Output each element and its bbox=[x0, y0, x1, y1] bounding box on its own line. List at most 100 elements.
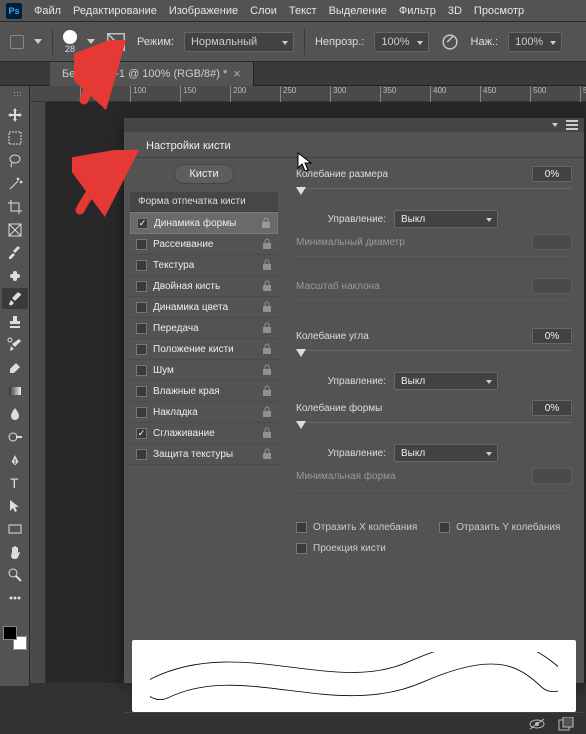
lock-icon[interactable] bbox=[262, 427, 272, 439]
size-jitter-value[interactable]: 0% bbox=[532, 166, 572, 182]
sidebar-item[interactable]: Передача bbox=[130, 318, 278, 339]
opacity-select[interactable]: 100% bbox=[374, 32, 428, 52]
dodge-tool[interactable] bbox=[2, 426, 28, 447]
lock-icon[interactable] bbox=[262, 364, 272, 376]
angle-jitter-value[interactable]: 0% bbox=[532, 328, 572, 344]
checkbox[interactable] bbox=[136, 302, 147, 313]
sidebar-header[interactable]: Форма отпечатка кисти bbox=[130, 192, 278, 212]
angle-control-select[interactable]: Выкл bbox=[394, 372, 498, 390]
lock-icon[interactable] bbox=[261, 217, 271, 229]
brush-projection-checkbox[interactable]: Проекция кисти bbox=[296, 543, 572, 554]
sidebar-item[interactable]: Сглаживание bbox=[130, 423, 278, 444]
pen-tool[interactable] bbox=[2, 449, 28, 470]
rectangle-tool[interactable] bbox=[2, 518, 28, 539]
menu-file[interactable]: Файл bbox=[34, 5, 61, 17]
brushes-button[interactable]: Кисти bbox=[174, 164, 233, 184]
sidebar-item[interactable]: Динамика цвета bbox=[130, 297, 278, 318]
stamp-tool[interactable] bbox=[2, 311, 28, 332]
crop-tool[interactable] bbox=[2, 196, 28, 217]
flip-y-checkbox[interactable]: Отразить Y колебания bbox=[439, 522, 560, 533]
gradient-tool[interactable] bbox=[2, 380, 28, 401]
lock-icon[interactable] bbox=[262, 259, 272, 271]
path-select-tool[interactable] bbox=[2, 495, 28, 516]
checkbox[interactable] bbox=[136, 365, 147, 376]
sidebar-item[interactable]: Влажные края bbox=[130, 381, 278, 402]
sidebar-item[interactable]: Положение кисти bbox=[130, 339, 278, 360]
menu-3d[interactable]: 3D bbox=[448, 5, 462, 17]
checkbox[interactable] bbox=[136, 428, 147, 439]
edit-toolbar[interactable] bbox=[2, 587, 28, 608]
marquee-tool[interactable] bbox=[2, 127, 28, 148]
sidebar-item[interactable]: Текстура bbox=[130, 255, 278, 276]
magic-wand-tool[interactable] bbox=[2, 173, 28, 194]
lock-icon[interactable] bbox=[262, 280, 272, 292]
menu-view[interactable]: Просмотр bbox=[474, 5, 524, 17]
type-tool[interactable]: T bbox=[2, 472, 28, 493]
checkbox[interactable] bbox=[136, 281, 147, 292]
flow-select[interactable]: 100% bbox=[508, 32, 562, 52]
lock-icon[interactable] bbox=[262, 448, 272, 460]
roundness-control-select[interactable]: Выкл bbox=[394, 444, 498, 462]
menu-filter[interactable]: Фильтр bbox=[399, 5, 436, 17]
menu-text[interactable]: Текст bbox=[289, 5, 317, 17]
blend-mode-select[interactable]: Нормальный bbox=[184, 32, 294, 52]
eyedropper-tool[interactable] bbox=[2, 242, 28, 263]
hand-tool[interactable] bbox=[2, 541, 28, 562]
lock-icon[interactable] bbox=[262, 385, 272, 397]
roundness-jitter-value[interactable]: 0% bbox=[532, 400, 572, 416]
sidebar-item[interactable]: Шум bbox=[130, 360, 278, 381]
eraser-tool[interactable] bbox=[2, 357, 28, 378]
document-tab[interactable]: Без имени-1 @ 100% (RGB/8#) * × bbox=[50, 62, 254, 86]
brush-tool[interactable] bbox=[2, 288, 28, 309]
grip-icon[interactable] bbox=[5, 92, 25, 98]
menu-layers[interactable]: Слои bbox=[250, 5, 277, 17]
size-jitter-slider[interactable] bbox=[296, 188, 572, 202]
checkbox[interactable] bbox=[136, 386, 147, 397]
preview-toggle-icon[interactable] bbox=[528, 717, 546, 731]
checkbox[interactable] bbox=[136, 260, 147, 271]
chevron-down-icon[interactable] bbox=[87, 39, 95, 44]
blur-tool[interactable] bbox=[2, 403, 28, 424]
pressure-opacity-icon[interactable] bbox=[439, 31, 461, 53]
brush-settings-toggle[interactable] bbox=[105, 31, 127, 53]
collapse-icon[interactable] bbox=[552, 123, 558, 127]
roundness-jitter-slider[interactable] bbox=[296, 422, 572, 436]
menu-image[interactable]: Изображение bbox=[169, 5, 238, 17]
flip-x-checkbox[interactable]: Отразить X колебания bbox=[296, 522, 417, 533]
panel-menu-icon[interactable] bbox=[566, 120, 578, 130]
lock-icon[interactable] bbox=[262, 238, 272, 250]
tab-brush-settings[interactable]: Настройки кисти bbox=[134, 134, 243, 157]
brush-preset-picker[interactable]: 28 bbox=[63, 30, 77, 54]
size-control-select[interactable]: Выкл bbox=[394, 210, 498, 228]
move-tool[interactable] bbox=[2, 104, 28, 125]
foreground-swatch[interactable] bbox=[3, 626, 17, 640]
checkbox[interactable] bbox=[136, 239, 147, 250]
sidebar-item[interactable]: Двойная кисть bbox=[130, 276, 278, 297]
sidebar-item[interactable]: Рассеивание bbox=[130, 234, 278, 255]
lock-icon[interactable] bbox=[262, 343, 272, 355]
checkbox[interactable] bbox=[136, 407, 147, 418]
lock-icon[interactable] bbox=[262, 406, 272, 418]
menu-edit[interactable]: Редактирование bbox=[73, 5, 157, 17]
zoom-tool[interactable] bbox=[2, 564, 28, 585]
healing-brush-tool[interactable] bbox=[2, 265, 28, 286]
close-icon[interactable]: × bbox=[233, 66, 241, 81]
chevron-down-icon[interactable] bbox=[34, 39, 42, 44]
lock-icon[interactable] bbox=[262, 301, 272, 313]
checkbox[interactable] bbox=[136, 323, 147, 334]
lock-icon[interactable] bbox=[262, 322, 272, 334]
tool-preset-picker[interactable] bbox=[10, 35, 24, 49]
frame-tool[interactable] bbox=[2, 219, 28, 240]
history-brush-tool[interactable] bbox=[2, 334, 28, 355]
lasso-tool[interactable] bbox=[2, 150, 28, 171]
angle-jitter-slider[interactable] bbox=[296, 350, 572, 364]
sidebar-item[interactable]: Накладка bbox=[130, 402, 278, 423]
color-swatches[interactable] bbox=[3, 626, 27, 650]
checkbox[interactable] bbox=[137, 218, 148, 229]
menu-select[interactable]: Выделение bbox=[329, 5, 387, 17]
checkbox[interactable] bbox=[136, 344, 147, 355]
checkbox[interactable] bbox=[136, 449, 147, 460]
sidebar-item[interactable]: Динамика формы bbox=[130, 212, 278, 234]
new-preset-icon[interactable] bbox=[558, 717, 574, 731]
sidebar-item[interactable]: Защита текстуры bbox=[130, 444, 278, 465]
